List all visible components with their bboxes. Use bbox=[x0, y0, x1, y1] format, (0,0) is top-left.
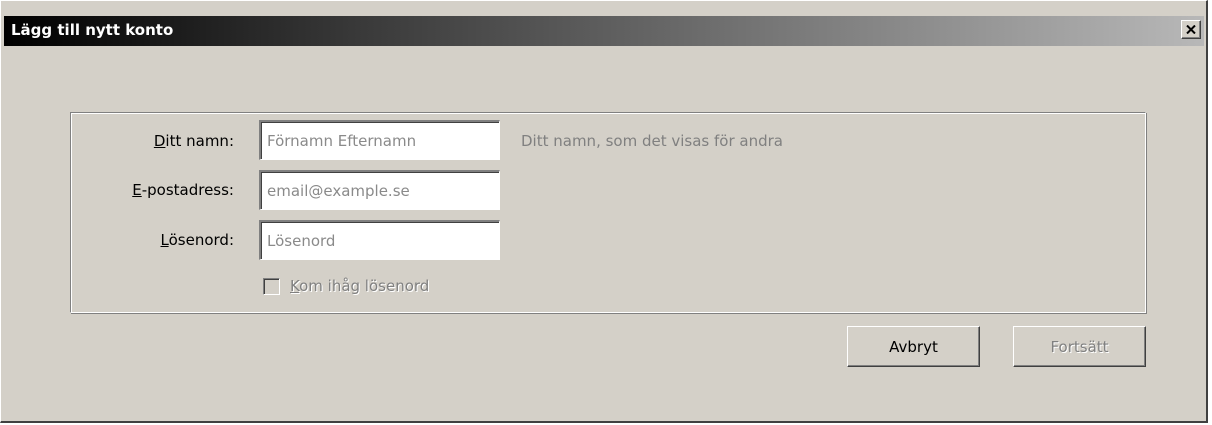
name-hint: Ditt namn, som det visas för andra bbox=[521, 132, 783, 150]
remember-password-option[interactable]: Kom ihåg lösenord bbox=[263, 277, 429, 295]
email-label: E-postadress: bbox=[132, 181, 234, 199]
title-bar[interactable]: Lägg till nytt konto bbox=[4, 16, 1204, 46]
email-input[interactable] bbox=[259, 170, 500, 210]
continue-button[interactable]: Fortsätt bbox=[1013, 326, 1146, 367]
password-label: Lösenord: bbox=[160, 231, 234, 249]
name-label: Ditt namn: bbox=[153, 132, 234, 150]
close-button[interactable] bbox=[1181, 20, 1201, 39]
password-input[interactable] bbox=[259, 220, 500, 260]
cancel-button[interactable]: Avbryt bbox=[847, 326, 980, 367]
remember-password-checkbox[interactable] bbox=[263, 277, 280, 295]
close-icon bbox=[1186, 25, 1196, 34]
window-title: Lägg till nytt konto bbox=[11, 21, 174, 39]
remember-password-label: Kom ihåg lösenord bbox=[290, 277, 430, 295]
add-account-dialog: Lägg till nytt konto Ditt namn: Ditt nam… bbox=[0, 0, 1208, 423]
name-input[interactable] bbox=[259, 120, 500, 160]
